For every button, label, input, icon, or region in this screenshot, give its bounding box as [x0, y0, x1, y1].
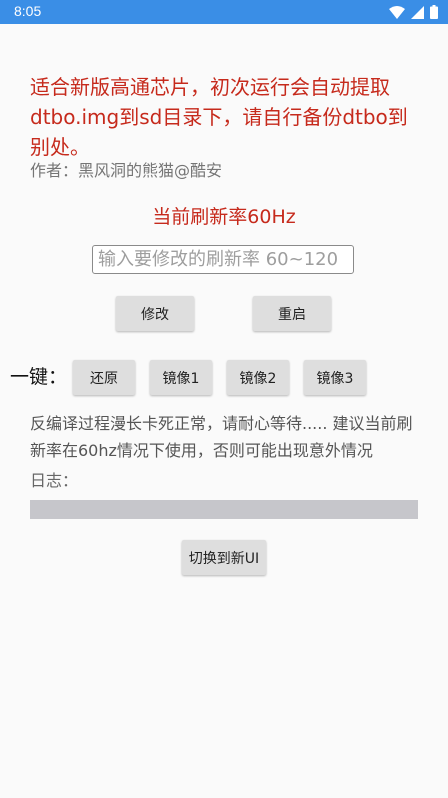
refresh-rate-input[interactable] — [92, 245, 354, 274]
current-rate-text: 当前刷新率60Hz — [152, 206, 296, 228]
battery-icon — [430, 5, 438, 19]
log-box — [30, 500, 418, 519]
image3-button[interactable]: 镜像3 — [304, 360, 366, 395]
restore-button[interactable]: 还原 — [73, 360, 135, 395]
author-text: 作者：黑风洞的熊猫@酷安 — [30, 161, 223, 180]
reboot-button[interactable]: 重启 — [253, 296, 331, 331]
signal-icon — [411, 5, 424, 19]
status-time: 8:05 — [14, 3, 42, 19]
status-bar: 8:05 — [0, 0, 448, 24]
notice-text: 适合新版高通芯片，初次运行会自动提取dtbo.img到sd目录下，请自行备份dt… — [30, 75, 408, 159]
wifi-icon — [389, 5, 405, 19]
image2-button[interactable]: 镜像2 — [227, 360, 289, 395]
log-label: 日志： — [30, 471, 79, 490]
hint-text: 反编译过程漫长卡死正常，请耐心等待..... 建议当前刷新率在60hz情况下使用… — [30, 414, 413, 460]
switch-ui-button[interactable]: 切换到新UI — [182, 540, 266, 575]
image1-button[interactable]: 镜像1 — [150, 360, 212, 395]
onekey-label: 一键： — [10, 366, 68, 388]
modify-button[interactable]: 修改 — [116, 296, 194, 331]
status-icons — [389, 5, 438, 19]
